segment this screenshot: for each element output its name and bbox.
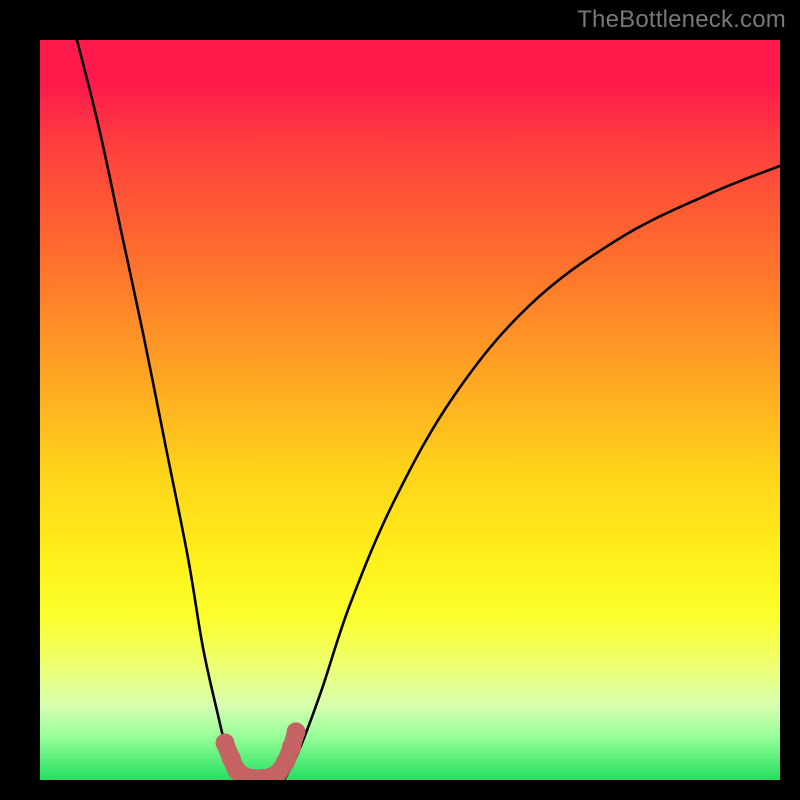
curve-group — [77, 40, 780, 780]
plot-area — [40, 40, 780, 780]
series-left-branch — [77, 40, 240, 780]
curve-svg — [40, 40, 780, 780]
marker-dot — [287, 722, 306, 741]
watermark-text: TheBottleneck.com — [577, 6, 786, 34]
chart-frame: TheBottleneck.com — [0, 0, 800, 800]
series-right-branch — [284, 166, 780, 780]
marker-group — [216, 722, 306, 780]
